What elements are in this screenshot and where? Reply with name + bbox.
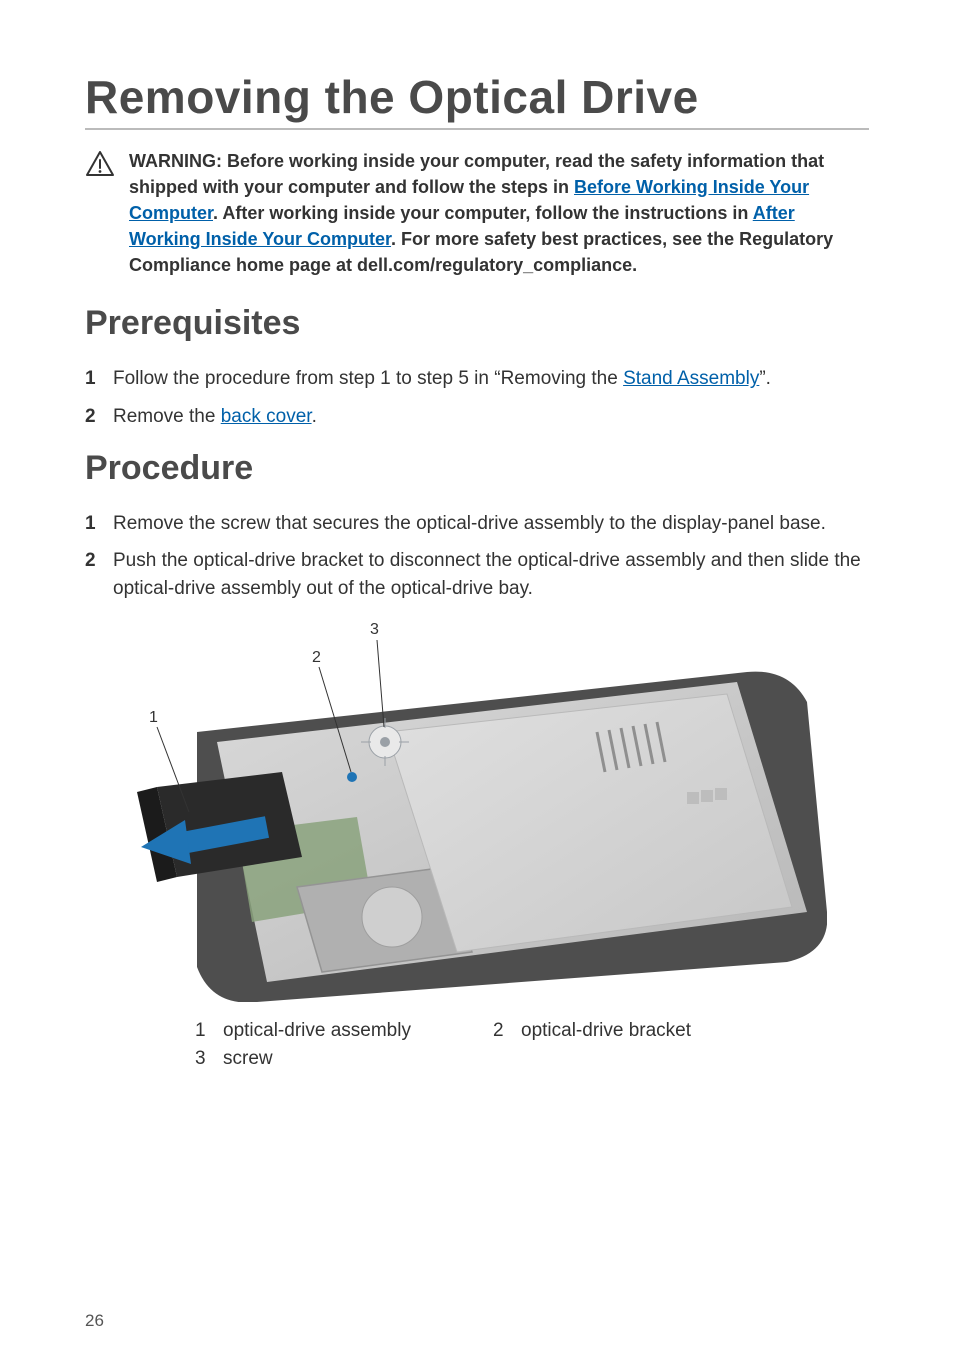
warning-mid1: . After working inside your computer, fo… bbox=[213, 203, 753, 223]
title-underline bbox=[85, 128, 869, 130]
back-cover-link[interactable]: back cover bbox=[221, 406, 312, 427]
figure-label-1: 1 bbox=[149, 709, 158, 726]
stand-assembly-link[interactable]: Stand Assembly bbox=[623, 368, 759, 389]
callout-text: screw bbox=[223, 1048, 493, 1070]
step-text: Follow the procedure from step 1 to step… bbox=[113, 365, 869, 393]
page-title: Removing the Optical Drive bbox=[85, 70, 869, 124]
callout-num: 3 bbox=[195, 1048, 223, 1070]
warning-text: WARNING: Before working inside your comp… bbox=[129, 148, 869, 278]
callout-row: 3 screw bbox=[195, 1048, 795, 1070]
list-item: 1 Follow the procedure from step 1 to st… bbox=[85, 365, 869, 393]
callout-text: optical-drive assembly bbox=[223, 1020, 493, 1042]
page-container: Removing the Optical Drive WARNING: Befo… bbox=[0, 0, 954, 1366]
prerequisites-list: 1 Follow the procedure from step 1 to st… bbox=[85, 365, 869, 430]
figure: 1 2 3 bbox=[85, 612, 869, 1002]
step-number: 2 bbox=[85, 403, 113, 431]
procedure-heading: Procedure bbox=[85, 449, 869, 488]
callout-num: 2 bbox=[493, 1020, 521, 1042]
step-text: Push the optical-drive bracket to discon… bbox=[113, 547, 869, 602]
step-number: 1 bbox=[85, 365, 113, 393]
list-item: 2 Remove the back cover. bbox=[85, 403, 869, 431]
optical-drive-illustration: 1 2 3 bbox=[127, 612, 827, 1002]
figure-callouts: 1 optical-drive assembly 2 optical-drive… bbox=[195, 1020, 795, 1076]
step-number: 2 bbox=[85, 547, 113, 575]
procedure-list: 1 Remove the screw that secures the opti… bbox=[85, 510, 869, 603]
warning-icon bbox=[85, 150, 115, 183]
step-text: Remove the back cover. bbox=[113, 403, 869, 431]
prerequisites-heading: Prerequisites bbox=[85, 304, 869, 343]
callout-row: 1 optical-drive assembly 2 optical-drive… bbox=[195, 1020, 795, 1042]
step-text: Remove the screw that secures the optica… bbox=[113, 510, 869, 538]
list-item: 1 Remove the screw that secures the opti… bbox=[85, 510, 869, 538]
callout-text: optical-drive bracket bbox=[521, 1020, 791, 1042]
list-item: 2 Push the optical-drive bracket to disc… bbox=[85, 547, 869, 602]
warning-block: WARNING: Before working inside your comp… bbox=[85, 148, 869, 278]
figure-label-3: 3 bbox=[370, 621, 379, 638]
page-number: 26 bbox=[85, 1311, 104, 1331]
step-number: 1 bbox=[85, 510, 113, 538]
figure-label-2: 2 bbox=[312, 649, 321, 666]
callout-num: 1 bbox=[195, 1020, 223, 1042]
